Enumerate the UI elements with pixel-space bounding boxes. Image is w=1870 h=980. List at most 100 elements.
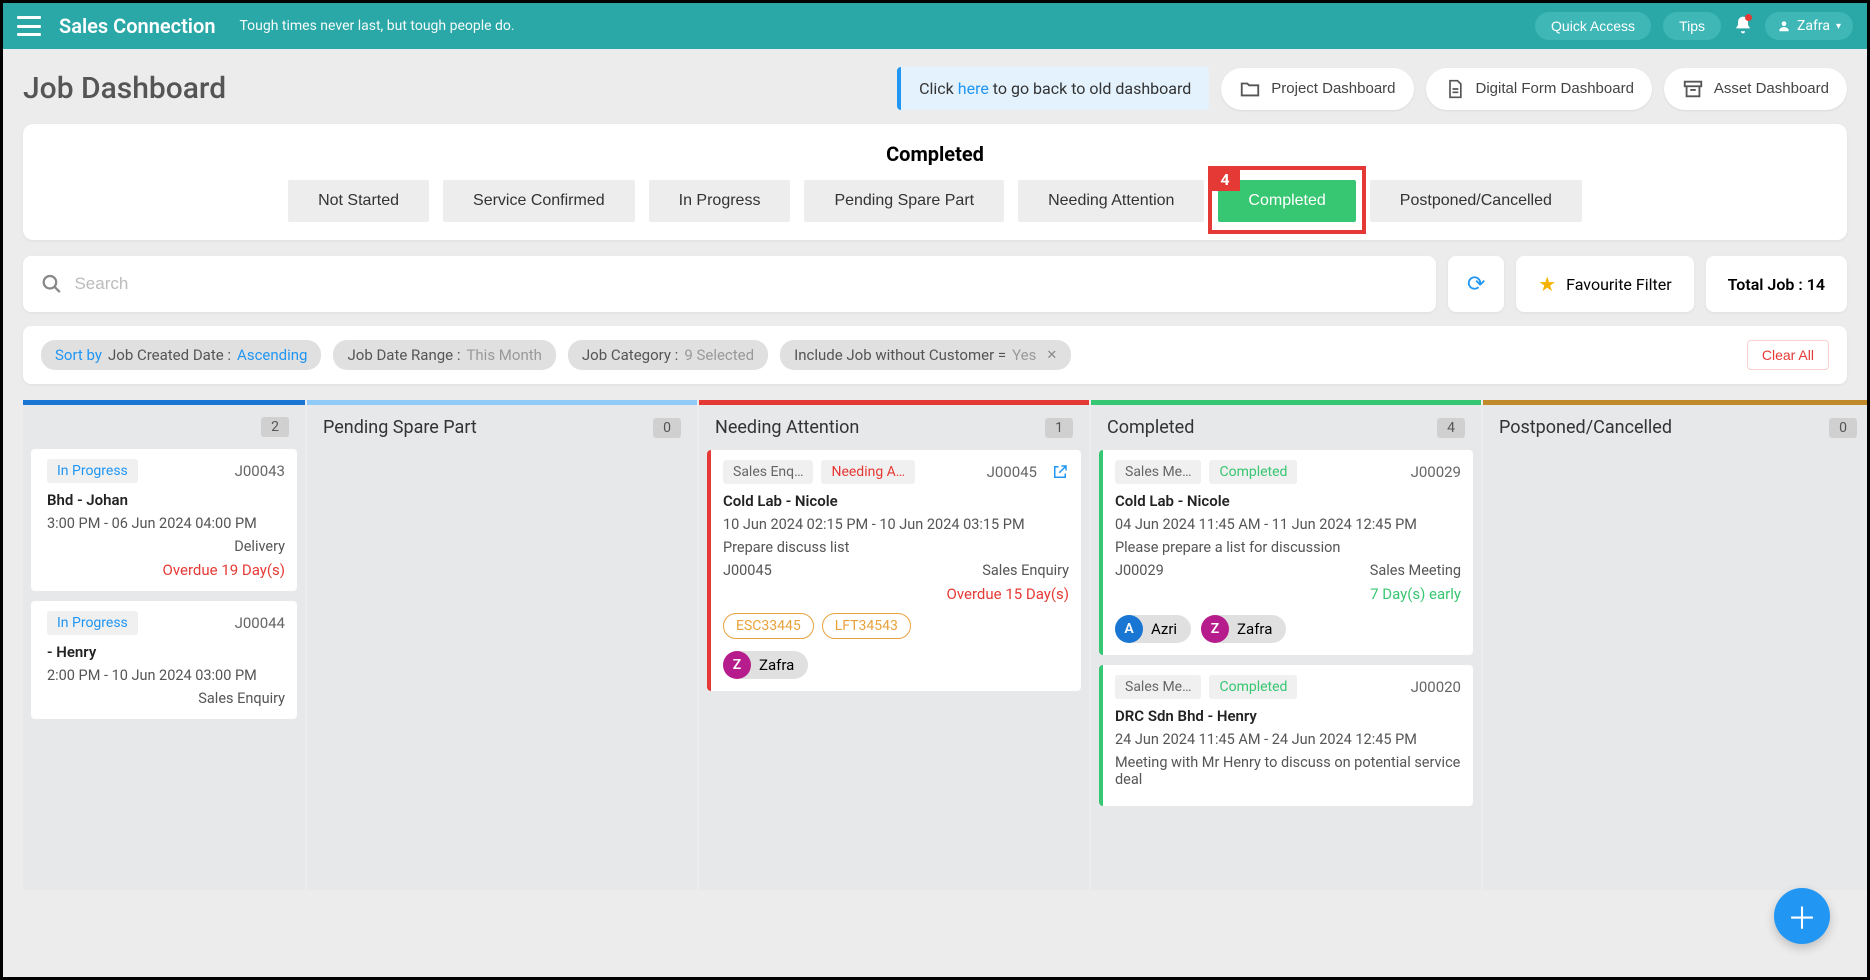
category-tag: Sales Me… (1115, 675, 1201, 699)
search-icon (41, 273, 62, 295)
column-title: Needing Attention (715, 417, 859, 438)
asset-dashboard-button[interactable]: Asset Dashboard (1664, 68, 1847, 110)
job-time: 24 Jun 2024 11:45 AM - 24 Jun 2024 12:45… (1115, 731, 1461, 748)
job-id: J00020 (1411, 678, 1461, 696)
job-time: 10 Jun 2024 02:15 PM - 10 Jun 2024 03:15… (723, 516, 1069, 533)
job-type: Sales Enquiry (982, 562, 1069, 579)
column-title: Pending Spare Part (323, 417, 477, 438)
job-customer: Cold Lab - Nicole (723, 492, 1069, 510)
job-card[interactable]: Sales Enq… Needing A… J00045 Cold Lab - … (707, 450, 1081, 691)
digital-form-dashboard-button[interactable]: Digital Form Dashboard (1426, 68, 1652, 110)
quick-access-button[interactable]: Quick Access (1535, 12, 1651, 40)
assignee-chip[interactable]: ZZafra (1201, 615, 1286, 643)
column-needing-attention: Needing Attention 1 Sales Enq… Needing A…… (699, 400, 1089, 890)
total-job-count: Total Job : 14 (1706, 256, 1847, 312)
job-customer: DRC Sdn Bhd - Henry (1115, 707, 1461, 725)
category-tag: Sales Me… (1115, 460, 1201, 484)
user-menu[interactable]: Zafra ▾ (1765, 12, 1853, 40)
clear-all-button[interactable]: Clear All (1747, 340, 1829, 370)
overdue-label: Overdue 19 Day(s) (47, 561, 285, 579)
status-tag: In Progress (47, 459, 138, 483)
status-tag: In Progress (47, 611, 138, 635)
tab-pending-spare-part[interactable]: Pending Spare Part (804, 180, 1004, 222)
job-desc: Please prepare a list for discussion (1115, 539, 1461, 556)
legacy-dashboard-notice: Click here to go back to old dashboard (897, 67, 1209, 110)
open-external-icon[interactable] (1051, 463, 1069, 481)
early-label: 7 Day(s) early (1115, 585, 1461, 603)
status-tag: Completed (1209, 460, 1297, 484)
asset-tag[interactable]: ESC33445 (723, 613, 814, 639)
column-count: 0 (1829, 418, 1857, 438)
refresh-button[interactable]: ⟳ (1448, 256, 1504, 312)
job-customer: Cold Lab - Nicole (1115, 492, 1461, 510)
include-customer-chip[interactable]: Include Job without Customer = Yes ✕ (780, 340, 1071, 370)
column-title: Completed (1107, 417, 1194, 438)
column-pending-spare-part: Pending Spare Part 0 (307, 400, 697, 890)
column-in-progress: 2 In Progress J00043 Bhd - Johan 3:00 PM … (23, 400, 305, 890)
favourite-filter-button[interactable]: ★ Favourite Filter (1516, 256, 1693, 312)
job-id: J00045 (987, 463, 1037, 481)
filter-panel: Sort by Job Created Date : Ascending Job… (23, 326, 1847, 384)
star-icon: ★ (1538, 272, 1556, 296)
topbar: Sales Connection Tough times never last,… (3, 3, 1867, 49)
chevron-down-icon: ▾ (1836, 21, 1841, 32)
job-card[interactable]: Sales Me… Completed J00020 DRC Sdn Bhd -… (1099, 665, 1473, 806)
search-input[interactable] (74, 274, 1418, 294)
user-name: Zafra (1797, 18, 1830, 34)
job-id: J00029 (1411, 463, 1461, 481)
document-icon (1444, 78, 1466, 100)
job-id: J00044 (235, 614, 285, 632)
tagline: Tough times never last, but tough people… (240, 18, 515, 34)
tab-in-progress[interactable]: In Progress (649, 180, 791, 222)
page-title: Job Dashboard (23, 71, 226, 106)
job-customer: Bhd - Johan (47, 491, 285, 509)
job-time: 3:00 PM - 06 Jun 2024 04:00 PM (47, 515, 285, 532)
overdue-label: Overdue 15 Day(s) (723, 585, 1069, 603)
add-job-button[interactable]: ＋ (1774, 888, 1830, 944)
tab-service-confirmed[interactable]: Service Confirmed (443, 180, 635, 222)
status-tag: Needing A… (821, 460, 915, 484)
tab-needing-attention[interactable]: Needing Attention (1018, 180, 1204, 222)
menu-icon[interactable] (17, 16, 41, 36)
date-range-chip[interactable]: Job Date Range : This Month (333, 340, 555, 370)
job-id: J00043 (235, 462, 285, 480)
sort-chip[interactable]: Sort by Job Created Date : Ascending (41, 340, 321, 370)
tab-completed[interactable]: Completed (1218, 180, 1355, 222)
close-icon[interactable]: ✕ (1046, 348, 1057, 363)
project-dashboard-button[interactable]: Project Dashboard (1221, 68, 1413, 110)
category-chip[interactable]: Job Category : 9 Selected (568, 340, 768, 370)
kanban-board: 2 In Progress J00043 Bhd - Johan 3:00 PM … (23, 400, 1847, 890)
column-count: 2 (261, 417, 289, 437)
column-title: Postponed/Cancelled (1499, 417, 1672, 438)
job-card[interactable]: Sales Me… Completed J00029 Cold Lab - Ni… (1099, 450, 1473, 655)
job-card[interactable]: In Progress J00043 Bhd - Johan 3:00 PM - … (31, 449, 297, 591)
assignee-chip[interactable]: ZZafra (723, 651, 808, 679)
search-box[interactable] (23, 256, 1436, 312)
brand-title: Sales Connection (59, 14, 216, 38)
job-time: 04 Jun 2024 11:45 AM - 11 Jun 2024 12:45… (1115, 516, 1461, 533)
column-completed: Completed 4 Sales Me… Completed J00029 Co… (1091, 400, 1481, 890)
notifications-icon[interactable] (1733, 15, 1753, 37)
status-title: Completed (43, 142, 1827, 166)
job-type: Sales Meeting (1370, 562, 1461, 579)
column-count: 0 (653, 418, 681, 438)
tips-button[interactable]: Tips (1663, 12, 1721, 40)
column-count: 1 (1045, 418, 1073, 438)
legacy-dashboard-link[interactable]: here (958, 79, 989, 98)
job-desc: Prepare discuss list (723, 539, 1069, 556)
job-time: 2:00 PM - 10 Jun 2024 03:00 PM (47, 667, 285, 684)
archive-icon (1682, 78, 1704, 100)
refresh-icon: ⟳ (1467, 272, 1485, 297)
job-type: Sales Enquiry (198, 690, 285, 707)
tab-postponed-cancelled[interactable]: Postponed/Cancelled (1370, 180, 1582, 222)
asset-tag[interactable]: LFT34543 (822, 613, 911, 639)
job-card[interactable]: In Progress J00044 - Henry 2:00 PM - 10 J… (31, 601, 297, 719)
status-tabs: Not Started Service Confirmed In Progres… (43, 180, 1827, 222)
job-desc: Meeting with Mr Henry to discuss on pote… (1115, 754, 1461, 788)
folder-icon (1239, 78, 1261, 100)
column-count: 4 (1437, 418, 1465, 438)
assignee-chip[interactable]: AAzri (1115, 615, 1191, 643)
tab-not-started[interactable]: Not Started (288, 180, 429, 222)
status-panel: Completed Not Started Service Confirmed … (23, 124, 1847, 240)
job-customer: - Henry (47, 643, 285, 661)
